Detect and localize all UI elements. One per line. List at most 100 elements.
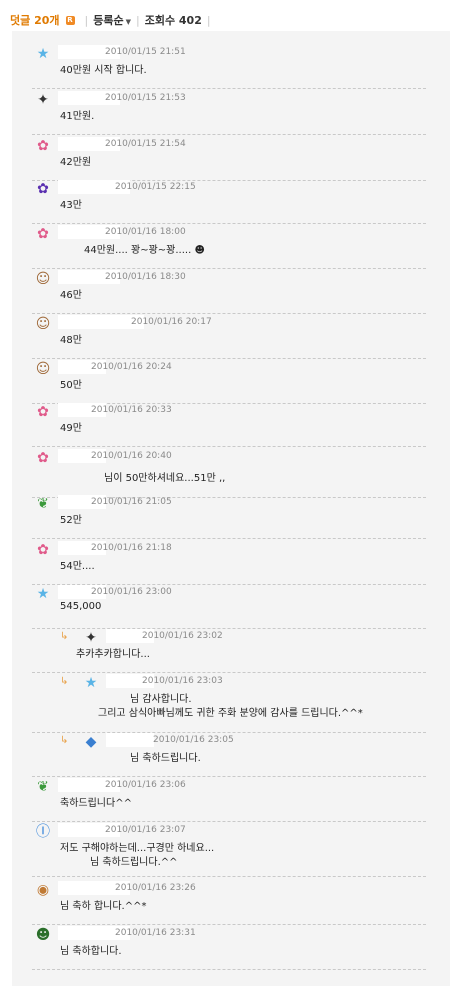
comment-date: 2010/01/16 23:05 xyxy=(153,735,234,745)
comment-date: 2010/01/16 23:06 xyxy=(105,780,186,790)
leaf-icon[interactable]: ❦ xyxy=(34,778,52,796)
star-icon[interactable]: ★ xyxy=(82,674,100,692)
comment-item: ❦ 2010/01/16 23:06 축하드립니다^^ xyxy=(22,778,436,822)
divider xyxy=(32,313,426,314)
divider: | xyxy=(84,13,89,27)
comment-item: ✿ 2010/01/15 22:15 43만 xyxy=(22,180,436,224)
reply-item: ↳ ✦ 2010/01/16 23:02 추카추카합니다... xyxy=(22,629,436,673)
comment-date: 2010/01/16 21:05 xyxy=(91,497,172,507)
comment-date: 2010/01/15 21:53 xyxy=(105,93,186,103)
comment-text: 님 축하드립니다.^^ xyxy=(90,857,178,868)
soldier-icon[interactable]: ☻ xyxy=(34,926,52,944)
divider xyxy=(32,223,426,224)
comment-text: 님이 50만하셔네요...51만 ,, xyxy=(104,473,226,484)
divider xyxy=(32,924,426,925)
divider xyxy=(32,969,426,970)
divider xyxy=(32,538,426,539)
comment-date: 2010/01/16 23:03 xyxy=(142,676,223,686)
comment-item: ☻ 2010/01/16 23:31 님 축하합니다. xyxy=(22,926,436,970)
comment-text: 그리고 삼식아빠님께도 귀한 주화 분양에 감사를 드립니다.^^* xyxy=(98,708,363,719)
view-count: 조회수 402 xyxy=(144,14,202,27)
star-icon[interactable]: ★ xyxy=(34,585,52,603)
comment-text: 42만원 xyxy=(60,157,92,168)
comment-text: 49만 xyxy=(60,423,82,434)
flower-icon[interactable]: ✿ xyxy=(34,403,52,421)
comment-date: 2010/01/16 18:00 xyxy=(105,227,186,237)
sort-dropdown[interactable]: 등록순 ▼ xyxy=(93,12,131,28)
divider xyxy=(32,268,426,269)
reply-arrow-icon: ↳ xyxy=(60,735,69,746)
sort-label: 등록순 xyxy=(93,14,124,27)
comment-date: 2010/01/16 20:17 xyxy=(131,317,212,327)
chevron-down-icon: ▼ xyxy=(125,18,131,26)
comment-text: 545,000 xyxy=(60,601,102,612)
divider xyxy=(32,821,426,822)
comment-item: ★ 2010/01/16 23:00 545,000 xyxy=(22,585,436,629)
divider xyxy=(32,672,426,673)
comment-date: 2010/01/16 18:30 xyxy=(105,272,186,282)
divider xyxy=(32,358,426,359)
flower-icon[interactable]: ✿ xyxy=(34,541,52,559)
comment-text: 님 감사합니다. xyxy=(130,694,192,705)
divider xyxy=(32,876,426,877)
reply-item: ↳ ★ 2010/01/16 23:03 님 감사합니다. 그리고 삼식아빠님께도 귀한… xyxy=(22,674,436,733)
comment-date: 2010/01/15 22:15 xyxy=(115,182,196,192)
comment-item: ☺ 2010/01/16 20:24 50만 xyxy=(22,360,436,404)
comment-text: 44만원.... 꽝~꽝~꽝..... ☻ xyxy=(84,245,205,256)
comment-date: 2010/01/16 23:00 xyxy=(91,587,172,597)
fish-icon[interactable]: ◆ xyxy=(82,733,100,751)
comment-item: ◉ 2010/01/16 23:26 님 축하 합니다.^^* xyxy=(22,881,436,925)
comment-text: 40만원 시작 합니다. xyxy=(60,65,147,76)
flower-icon[interactable]: ✿ xyxy=(34,137,52,155)
comment-item: Ⓘ 2010/01/16 23:07 저도 구해야하는데...구경만 하네요... 님… xyxy=(22,823,436,877)
comment-date: 2010/01/16 23:26 xyxy=(115,883,196,893)
i-am-icon[interactable]: Ⓘ xyxy=(34,823,52,841)
comment-date: 2010/01/15 21:51 xyxy=(105,47,186,57)
divider: | xyxy=(135,13,140,27)
comment-text: 54만.... xyxy=(60,561,95,572)
rss-icon[interactable]: R xyxy=(65,15,75,25)
comment-text: 축하드립니다^^ xyxy=(60,798,132,809)
purple-flower-icon[interactable]: ✿ xyxy=(34,180,52,198)
comment-text: 50만 xyxy=(60,380,82,391)
face-icon[interactable]: ☺ xyxy=(34,360,52,378)
pixel-character-icon[interactable]: ✦ xyxy=(34,91,52,109)
comment-item: ✿ 2010/01/15 21:54 42만원 xyxy=(22,137,436,181)
comment-header: 덧글 20개 R | 등록순 ▼ | 조회수 402 | xyxy=(10,10,216,30)
divider xyxy=(32,134,426,135)
face-icon[interactable]: ☺ xyxy=(34,270,52,288)
comment-date: 2010/01/16 23:02 xyxy=(142,631,223,641)
comment-date: 2010/01/16 21:18 xyxy=(91,543,172,553)
comment-text: 추카추카합니다... xyxy=(76,649,150,660)
comment-text: 저도 구해야하는데...구경만 하네요... xyxy=(60,843,215,854)
comment-text: 님 축하 합니다.^^* xyxy=(60,901,147,912)
comment-count[interactable]: 덧글 20개 xyxy=(10,12,60,28)
comment-text: 님 축하드립니다. xyxy=(130,753,201,764)
leaf-icon[interactable]: ❦ xyxy=(34,495,52,513)
comment-item: ★ 2010/01/15 21:51 40만원 시작 합니다. xyxy=(22,45,436,89)
comment-item: ✿ 2010/01/16 21:18 54만.... xyxy=(22,541,436,585)
flower-icon[interactable]: ✿ xyxy=(34,225,52,243)
divider xyxy=(32,446,426,447)
reply-arrow-icon: ↳ xyxy=(60,676,69,687)
comment-date: 2010/01/15 21:54 xyxy=(105,139,186,149)
reply-item: ↳ ◆ 2010/01/16 23:05 님 축하드립니다. xyxy=(22,733,436,777)
comment-text: 52만 xyxy=(60,515,82,526)
comment-item: ❦ 2010/01/16 21:05 52만 xyxy=(22,495,436,539)
comment-date: 2010/01/16 20:33 xyxy=(91,405,172,415)
divider xyxy=(32,776,426,777)
flower-icon[interactable]: ✿ xyxy=(34,449,52,467)
comment-date: 2010/01/16 23:31 xyxy=(115,928,196,938)
comment-text: 46만 xyxy=(60,290,82,301)
comment-item: ☺ 2010/01/16 20:17 48만 xyxy=(22,315,436,359)
dog-icon[interactable]: ◉ xyxy=(34,881,52,899)
face-icon[interactable]: ☺ xyxy=(34,315,52,333)
author-name[interactable] xyxy=(106,733,154,747)
comment-item: ✿ 2010/01/16 20:40 님이 50만하셔네요...51만 ,, xyxy=(22,449,436,498)
comment-text: 48만 xyxy=(60,335,82,346)
star-icon[interactable]: ★ xyxy=(34,45,52,63)
comment-date: 2010/01/16 23:07 xyxy=(105,825,186,835)
comment-item: ✦ 2010/01/15 21:53 41만원. xyxy=(22,91,436,135)
comment-text: 43만 xyxy=(60,200,82,211)
comment-item: ✿ 2010/01/16 18:00 44만원.... 꽝~꽝~꽝..... ☻ xyxy=(22,225,436,269)
